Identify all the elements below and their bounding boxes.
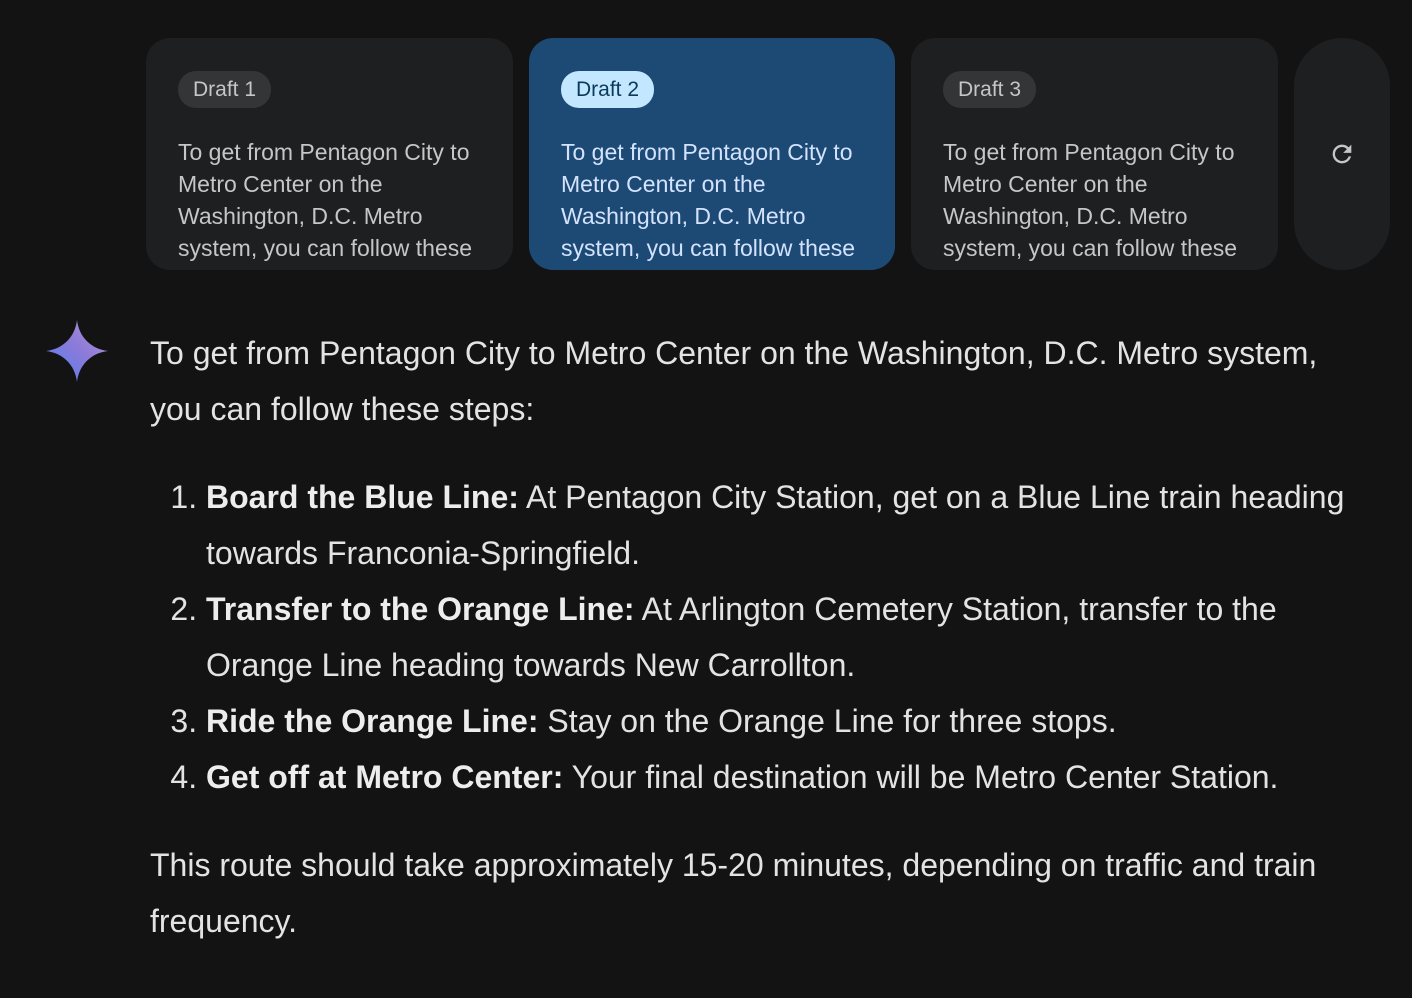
draft-preview-text: To get from Pentagon City to Metro Cente… <box>561 139 856 270</box>
step-title: Ride the Orange Line: <box>206 703 539 739</box>
response-intro: To get from Pentagon City to Metro Cente… <box>150 335 1318 427</box>
draft-card-1[interactable]: Draft 1 To get from Pentagon City to Met… <box>146 38 513 270</box>
list-item: Board the Blue Line: At Pentagon City St… <box>206 469 1375 581</box>
gemini-sparkle-icon <box>46 320 108 382</box>
chat-response-view: Draft 1 To get from Pentagon City to Met… <box>0 0 1412 998</box>
step-text: Stay on the Orange Line for three stops. <box>538 703 1117 739</box>
list-item: Transfer to the Orange Line: At Arlingto… <box>206 581 1375 693</box>
draft-card-2[interactable]: Draft 2 To get from Pentagon City to Met… <box>529 38 895 270</box>
draft-label: Draft 2 <box>561 71 655 108</box>
step-title: Transfer to the Orange Line: <box>206 591 635 627</box>
draft-label: Draft 3 <box>943 71 1037 108</box>
regenerate-drafts-button[interactable] <box>1294 38 1390 270</box>
draft-label: Draft 1 <box>178 71 272 108</box>
step-title: Get off at Metro Center: <box>206 759 564 795</box>
list-item: Ride the Orange Line: Stay on the Orange… <box>206 693 1375 749</box>
list-item: Get off at Metro Center: Your final dest… <box>206 749 1375 805</box>
response-body: To get from Pentagon City to Metro Cente… <box>150 325 1375 949</box>
step-title: Board the Blue Line: <box>206 479 519 515</box>
draft-card-3[interactable]: Draft 3 To get from Pentagon City to Met… <box>911 38 1278 270</box>
refresh-icon <box>1332 144 1352 164</box>
draft-preview-text: To get from Pentagon City to Metro Cente… <box>178 139 473 270</box>
steps-list: Board the Blue Line: At Pentagon City St… <box>150 469 1375 805</box>
response-outro: This route should take approximately 15-… <box>150 847 1317 939</box>
draft-preview-text: To get from Pentagon City to Metro Cente… <box>943 139 1238 270</box>
drafts-row: Draft 1 To get from Pentagon City to Met… <box>146 38 1412 270</box>
step-text: Your final destination will be Metro Cen… <box>563 759 1279 795</box>
